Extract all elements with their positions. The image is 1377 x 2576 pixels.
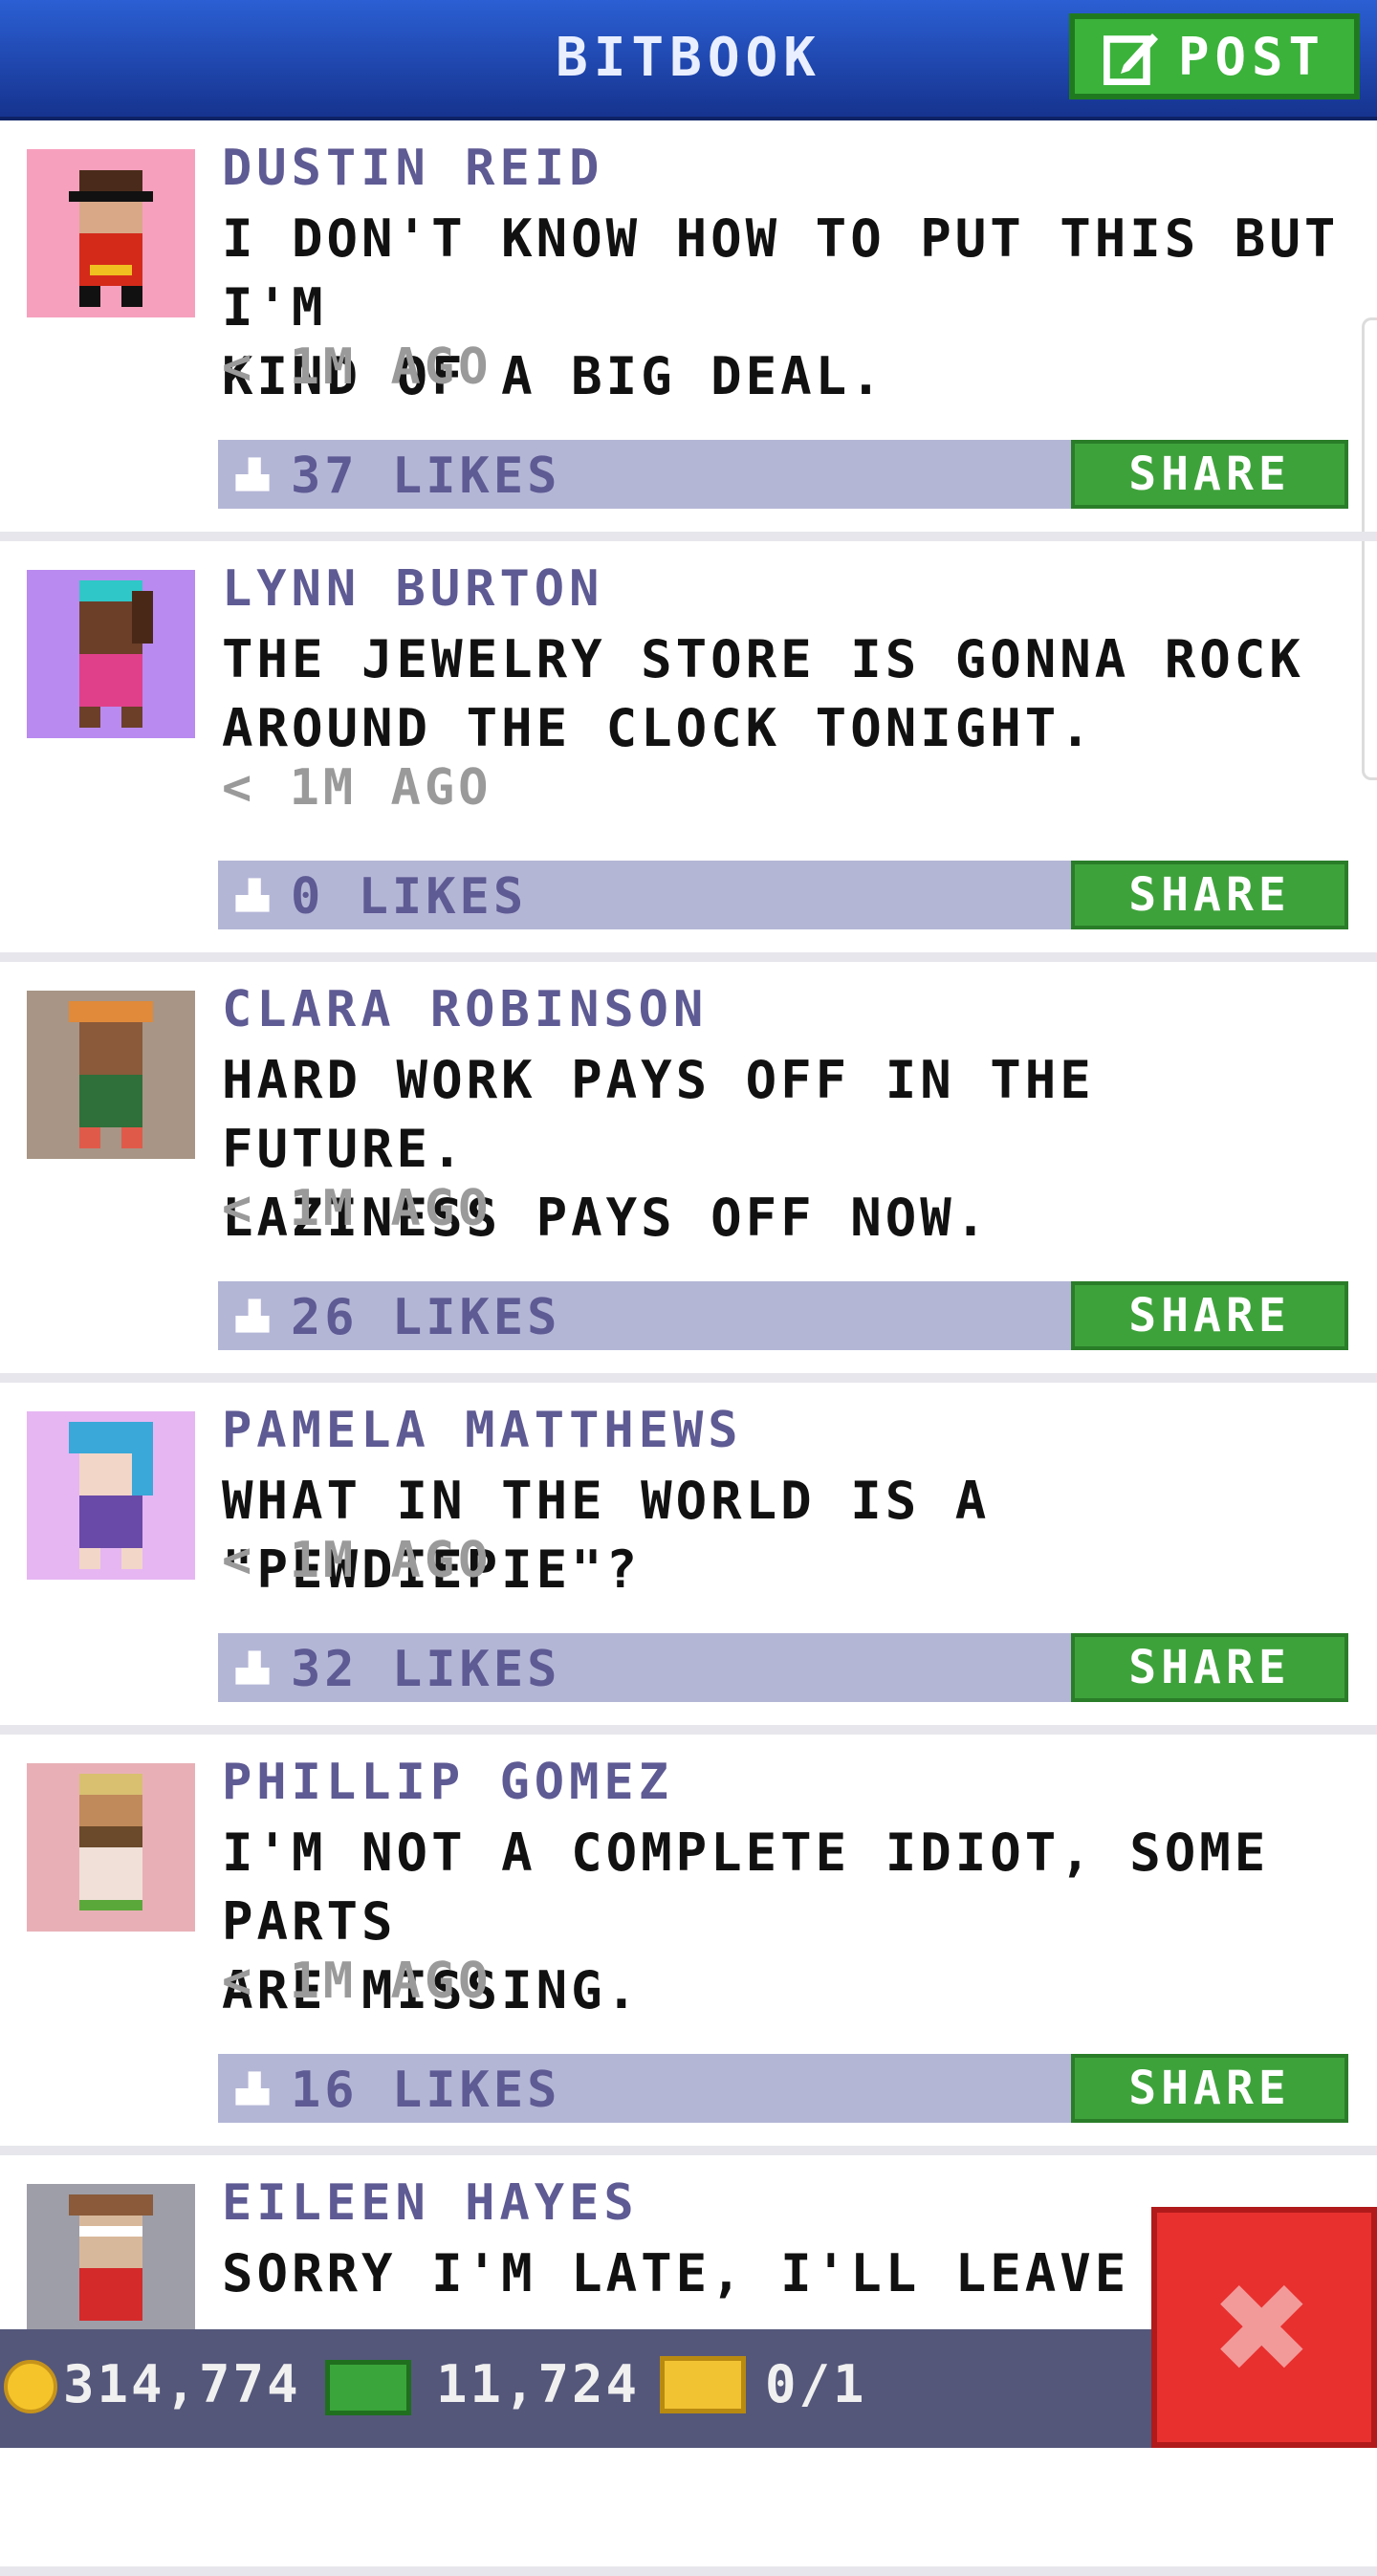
avatar-sprite	[27, 991, 195, 1159]
coin-icon	[4, 2360, 57, 2413]
avatar-sprite	[27, 2184, 195, 2352]
cash-icon	[325, 2360, 411, 2415]
avatar[interactable]	[27, 149, 195, 317]
avatar[interactable]	[27, 1411, 195, 1580]
share-button[interactable]: SHARE	[1071, 1633, 1348, 1702]
feed-post: CLARA ROBINSON HARD WORK PAYS OFF IN THE…	[0, 962, 1377, 1383]
cash-count: 11,724	[436, 2354, 641, 2414]
feed-post: PHILLIP GOMEZ I'M NOT A COMPLETE IDIOT, …	[0, 1735, 1377, 2155]
avatar-sprite	[27, 1411, 195, 1580]
ticket-count: 0/1	[765, 2354, 867, 2414]
likes-count: 0 LIKES	[291, 868, 528, 926]
share-button[interactable]: SHARE	[1071, 861, 1348, 929]
thumb-up-icon[interactable]	[231, 1293, 273, 1339]
feed-post: LYNN BURTON THE JEWELRY STORE IS GONNA R…	[0, 541, 1377, 962]
likes-count: 16 LIKES	[291, 2062, 561, 2119]
likes-count: 37 LIKES	[291, 448, 561, 505]
likes-count: 32 LIKES	[291, 1641, 561, 1698]
post-button-label: POST	[1177, 26, 1326, 87]
avatar[interactable]	[27, 991, 195, 1159]
post-time: < 1M AGO	[222, 1953, 492, 2010]
share-button[interactable]: SHARE	[1071, 440, 1348, 509]
avatar[interactable]	[27, 1763, 195, 1932]
thumb-up-icon[interactable]	[231, 1645, 273, 1691]
avatar-sprite	[27, 570, 195, 738]
app-header: BITBOOK POST	[0, 0, 1377, 120]
post-time: < 1M AGO	[222, 338, 492, 396]
share-button[interactable]: SHARE	[1071, 1281, 1348, 1350]
likes-bar: 26 LIKES SHARE	[218, 1281, 1348, 1350]
ticket-icon	[660, 2356, 746, 2413]
feed-post: PAMELA MATTHEWS WHAT IN THE WORLD IS A "…	[0, 1383, 1377, 1735]
share-button[interactable]: SHARE	[1071, 2054, 1348, 2123]
avatar[interactable]	[27, 570, 195, 738]
post-time: < 1M AGO	[222, 1532, 492, 1589]
post-text: THE JEWELRY STORE IS GONNA ROCK AROUND T…	[222, 629, 1304, 758]
post-author[interactable]: CLARA ROBINSON	[222, 981, 708, 1038]
post-author[interactable]: PAMELA MATTHEWS	[222, 1402, 743, 1459]
avatar-sprite	[27, 149, 195, 317]
edit-icon	[1103, 33, 1158, 85]
thumb-up-icon[interactable]	[231, 451, 273, 497]
post-author[interactable]: PHILLIP GOMEZ	[222, 1754, 673, 1811]
avatar-sprite	[27, 1763, 195, 1932]
close-button[interactable]: ✖	[1151, 2207, 1377, 2448]
likes-bar: 32 LIKES SHARE	[218, 1633, 1348, 1702]
post-time: < 1M AGO	[222, 759, 492, 817]
thumb-up-icon[interactable]	[231, 2065, 273, 2111]
close-icon: ✖	[1214, 2233, 1314, 2422]
avatar[interactable]	[27, 2184, 195, 2352]
feed-post: DUSTIN REID I DON'T KNOW HOW TO PUT THIS…	[0, 120, 1377, 541]
likes-count: 26 LIKES	[291, 1289, 561, 1346]
likes-bar: 37 LIKES SHARE	[218, 440, 1348, 509]
post-time: < 1M AGO	[222, 1180, 492, 1237]
post-author[interactable]: LYNN BURTON	[222, 560, 603, 618]
coin-count: 314,774	[63, 2354, 301, 2414]
post-author[interactable]: EILEEN HAYES	[222, 2174, 639, 2232]
thumb-up-icon[interactable]	[231, 872, 273, 918]
post-author[interactable]: DUSTIN REID	[222, 140, 603, 197]
likes-bar: 16 LIKES SHARE	[218, 2054, 1348, 2123]
likes-bar: 0 LIKES SHARE	[218, 861, 1348, 929]
post-button[interactable]: POST	[1069, 13, 1360, 99]
